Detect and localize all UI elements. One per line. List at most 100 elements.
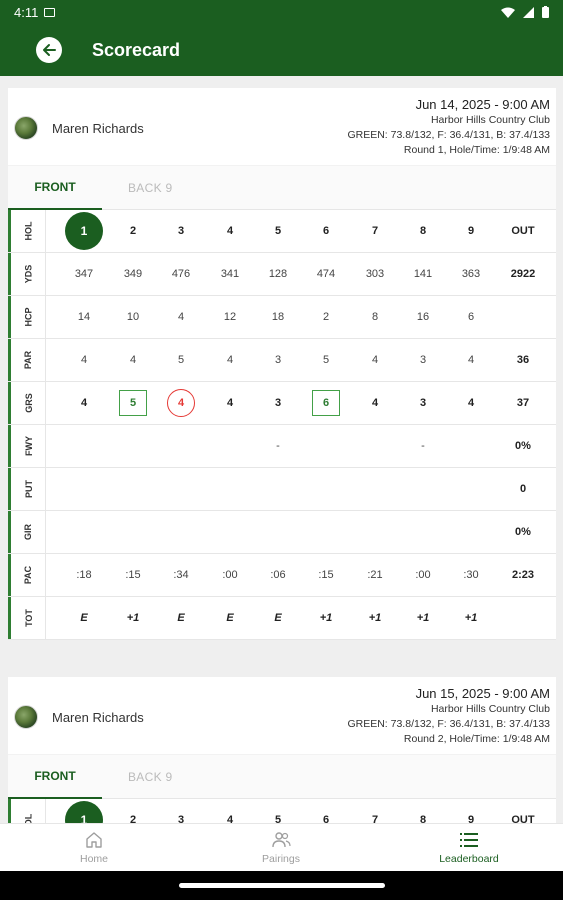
- row-label: YDS: [12, 253, 46, 295]
- scorecard-card: Maren Richards Jun 14, 2025 - 9:00 AM Harb…: [8, 88, 556, 640]
- score-cell: 3: [419, 354, 427, 366]
- score-cell: 1: [62, 799, 106, 823]
- score-cell: 6: [467, 311, 475, 323]
- tab-front[interactable]: FRONT: [8, 166, 102, 210]
- score-cell: :34: [173, 569, 189, 581]
- nav-pairings[interactable]: Pairings: [221, 824, 341, 872]
- score-cell: 303: [365, 268, 385, 280]
- score-cell: 4: [467, 397, 475, 409]
- score-cell: 8: [371, 311, 379, 323]
- score-cell: 6: [304, 382, 348, 424]
- row-label: PAR: [12, 339, 46, 381]
- tab-back-9[interactable]: BACK 9: [128, 166, 173, 210]
- score-cell: E: [274, 612, 282, 624]
- score-cell: [62, 511, 106, 553]
- card-header: Maren Richards Jun 14, 2025 - 9:00 AM Harb…: [8, 88, 556, 166]
- nav-leaderboard[interactable]: Leaderboard: [409, 824, 529, 872]
- score-cell: 0%: [515, 526, 531, 538]
- score-cell: :30: [463, 569, 479, 581]
- score-cell: [256, 468, 300, 510]
- score-cell: 5: [274, 814, 282, 823]
- player-name[interactable]: Maren Richards: [52, 121, 144, 136]
- back-button[interactable]: [36, 37, 62, 63]
- nav-home-label: Home: [79, 853, 108, 865]
- score-cell: 3: [177, 814, 185, 823]
- score-cell: +1: [368, 612, 382, 624]
- home-icon: [86, 832, 102, 848]
- score-cell: 3: [419, 397, 427, 409]
- score-cell: [401, 468, 445, 510]
- score-cell: [449, 468, 493, 510]
- score-cell: 349: [123, 268, 143, 280]
- score-cell: [449, 511, 493, 553]
- score-cell: 8: [419, 225, 427, 237]
- score-cell: 4: [80, 354, 88, 366]
- score-cell: 4: [177, 311, 185, 323]
- home-gesture-pill[interactable]: [179, 883, 385, 888]
- tee-ratings: GREEN: 73.8/132, F: 36.4/131, B: 37.4/13…: [347, 718, 550, 730]
- round-date: Jun 15, 2025 - 9:00 AM: [415, 686, 550, 701]
- score-cell: 16: [416, 311, 430, 323]
- bogey-marker: 4: [167, 389, 195, 417]
- tab-back-9[interactable]: BACK 9: [128, 755, 173, 799]
- battery-icon: [542, 6, 549, 18]
- round-info: Round 2, Hole/Time: 1/9:48 AM: [403, 733, 550, 745]
- nav-pairings-label: Pairings: [262, 853, 300, 865]
- nav-home[interactable]: Home: [34, 824, 154, 872]
- club-name: Harbor Hills Country Club: [430, 703, 550, 715]
- score-cell: 7: [371, 814, 379, 823]
- score-cell: OUT: [511, 814, 535, 823]
- row-tot: TOT E +1 E E E +1 +1 +1 +1: [8, 597, 556, 640]
- current-hole-marker[interactable]: 1: [65, 212, 103, 250]
- row-label-text: HCP: [23, 307, 34, 327]
- bottom-nav: Home Pairings Leaderboard: [0, 823, 563, 871]
- birdie-marker: 6: [312, 390, 340, 416]
- round-meta: Jun 15, 2025 - 9:00 AM Harbor Hills Count…: [347, 685, 550, 747]
- score-cell: [304, 425, 348, 467]
- row-label-text: PUT: [23, 480, 34, 498]
- score-cell: 4: [226, 814, 234, 823]
- score-cell: [62, 425, 106, 467]
- tab-front[interactable]: FRONT: [8, 755, 102, 799]
- score-cell: [159, 511, 203, 553]
- score-cell: 341: [220, 268, 240, 280]
- score-cell: [501, 597, 545, 639]
- score-cell: 4: [80, 397, 88, 409]
- score-cell: :00: [415, 569, 431, 581]
- score-cell: 7: [371, 225, 379, 237]
- score-cell: [111, 468, 155, 510]
- score-cell: [353, 511, 397, 553]
- row-label-text: FWY: [23, 436, 34, 456]
- list-icon: [460, 833, 478, 847]
- scorecard-list[interactable]: Maren Richards Jun 14, 2025 - 9:00 AM Harb…: [0, 76, 563, 823]
- row-label: FWY: [12, 425, 46, 467]
- row-label: PUT: [12, 468, 46, 510]
- score-cell: -: [276, 440, 280, 452]
- player-name[interactable]: Maren Richards: [52, 710, 144, 725]
- nine-tabs: FRONT BACK 9: [8, 755, 556, 799]
- score-cell: E: [226, 612, 234, 624]
- avatar: [14, 705, 38, 729]
- score-cell: 2: [129, 814, 137, 823]
- status-time: 4:11: [14, 4, 39, 20]
- nav-leaderboard-label: Leaderboard: [439, 853, 499, 865]
- score-cell: 5: [274, 225, 282, 237]
- score-cell: [304, 511, 348, 553]
- score-cell: 36: [516, 354, 530, 366]
- score-cell: +1: [126, 612, 140, 624]
- score-cell: E: [80, 612, 88, 624]
- tee-ratings: GREEN: 73.8/132, F: 36.4/131, B: 37.4/13…: [347, 129, 550, 141]
- row-hol: HOL 1 2 3 4 5 6 7 8 9 OUT: [8, 210, 556, 253]
- round-meta: Jun 14, 2025 - 9:00 AM Harbor Hills Count…: [347, 96, 550, 158]
- score-cell: [353, 468, 397, 510]
- score-cell: :18: [76, 569, 92, 581]
- score-cell: 3: [177, 225, 185, 237]
- row-label-text: PAR: [23, 350, 34, 370]
- score-cell: [449, 425, 493, 467]
- row-fwy: FWY - - 0%: [8, 425, 556, 468]
- current-hole-marker[interactable]: 1: [65, 801, 103, 823]
- score-cell: 6: [322, 225, 330, 237]
- score-cell: 14: [77, 311, 91, 323]
- score-cell: [353, 425, 397, 467]
- score-cell: 9: [467, 814, 475, 823]
